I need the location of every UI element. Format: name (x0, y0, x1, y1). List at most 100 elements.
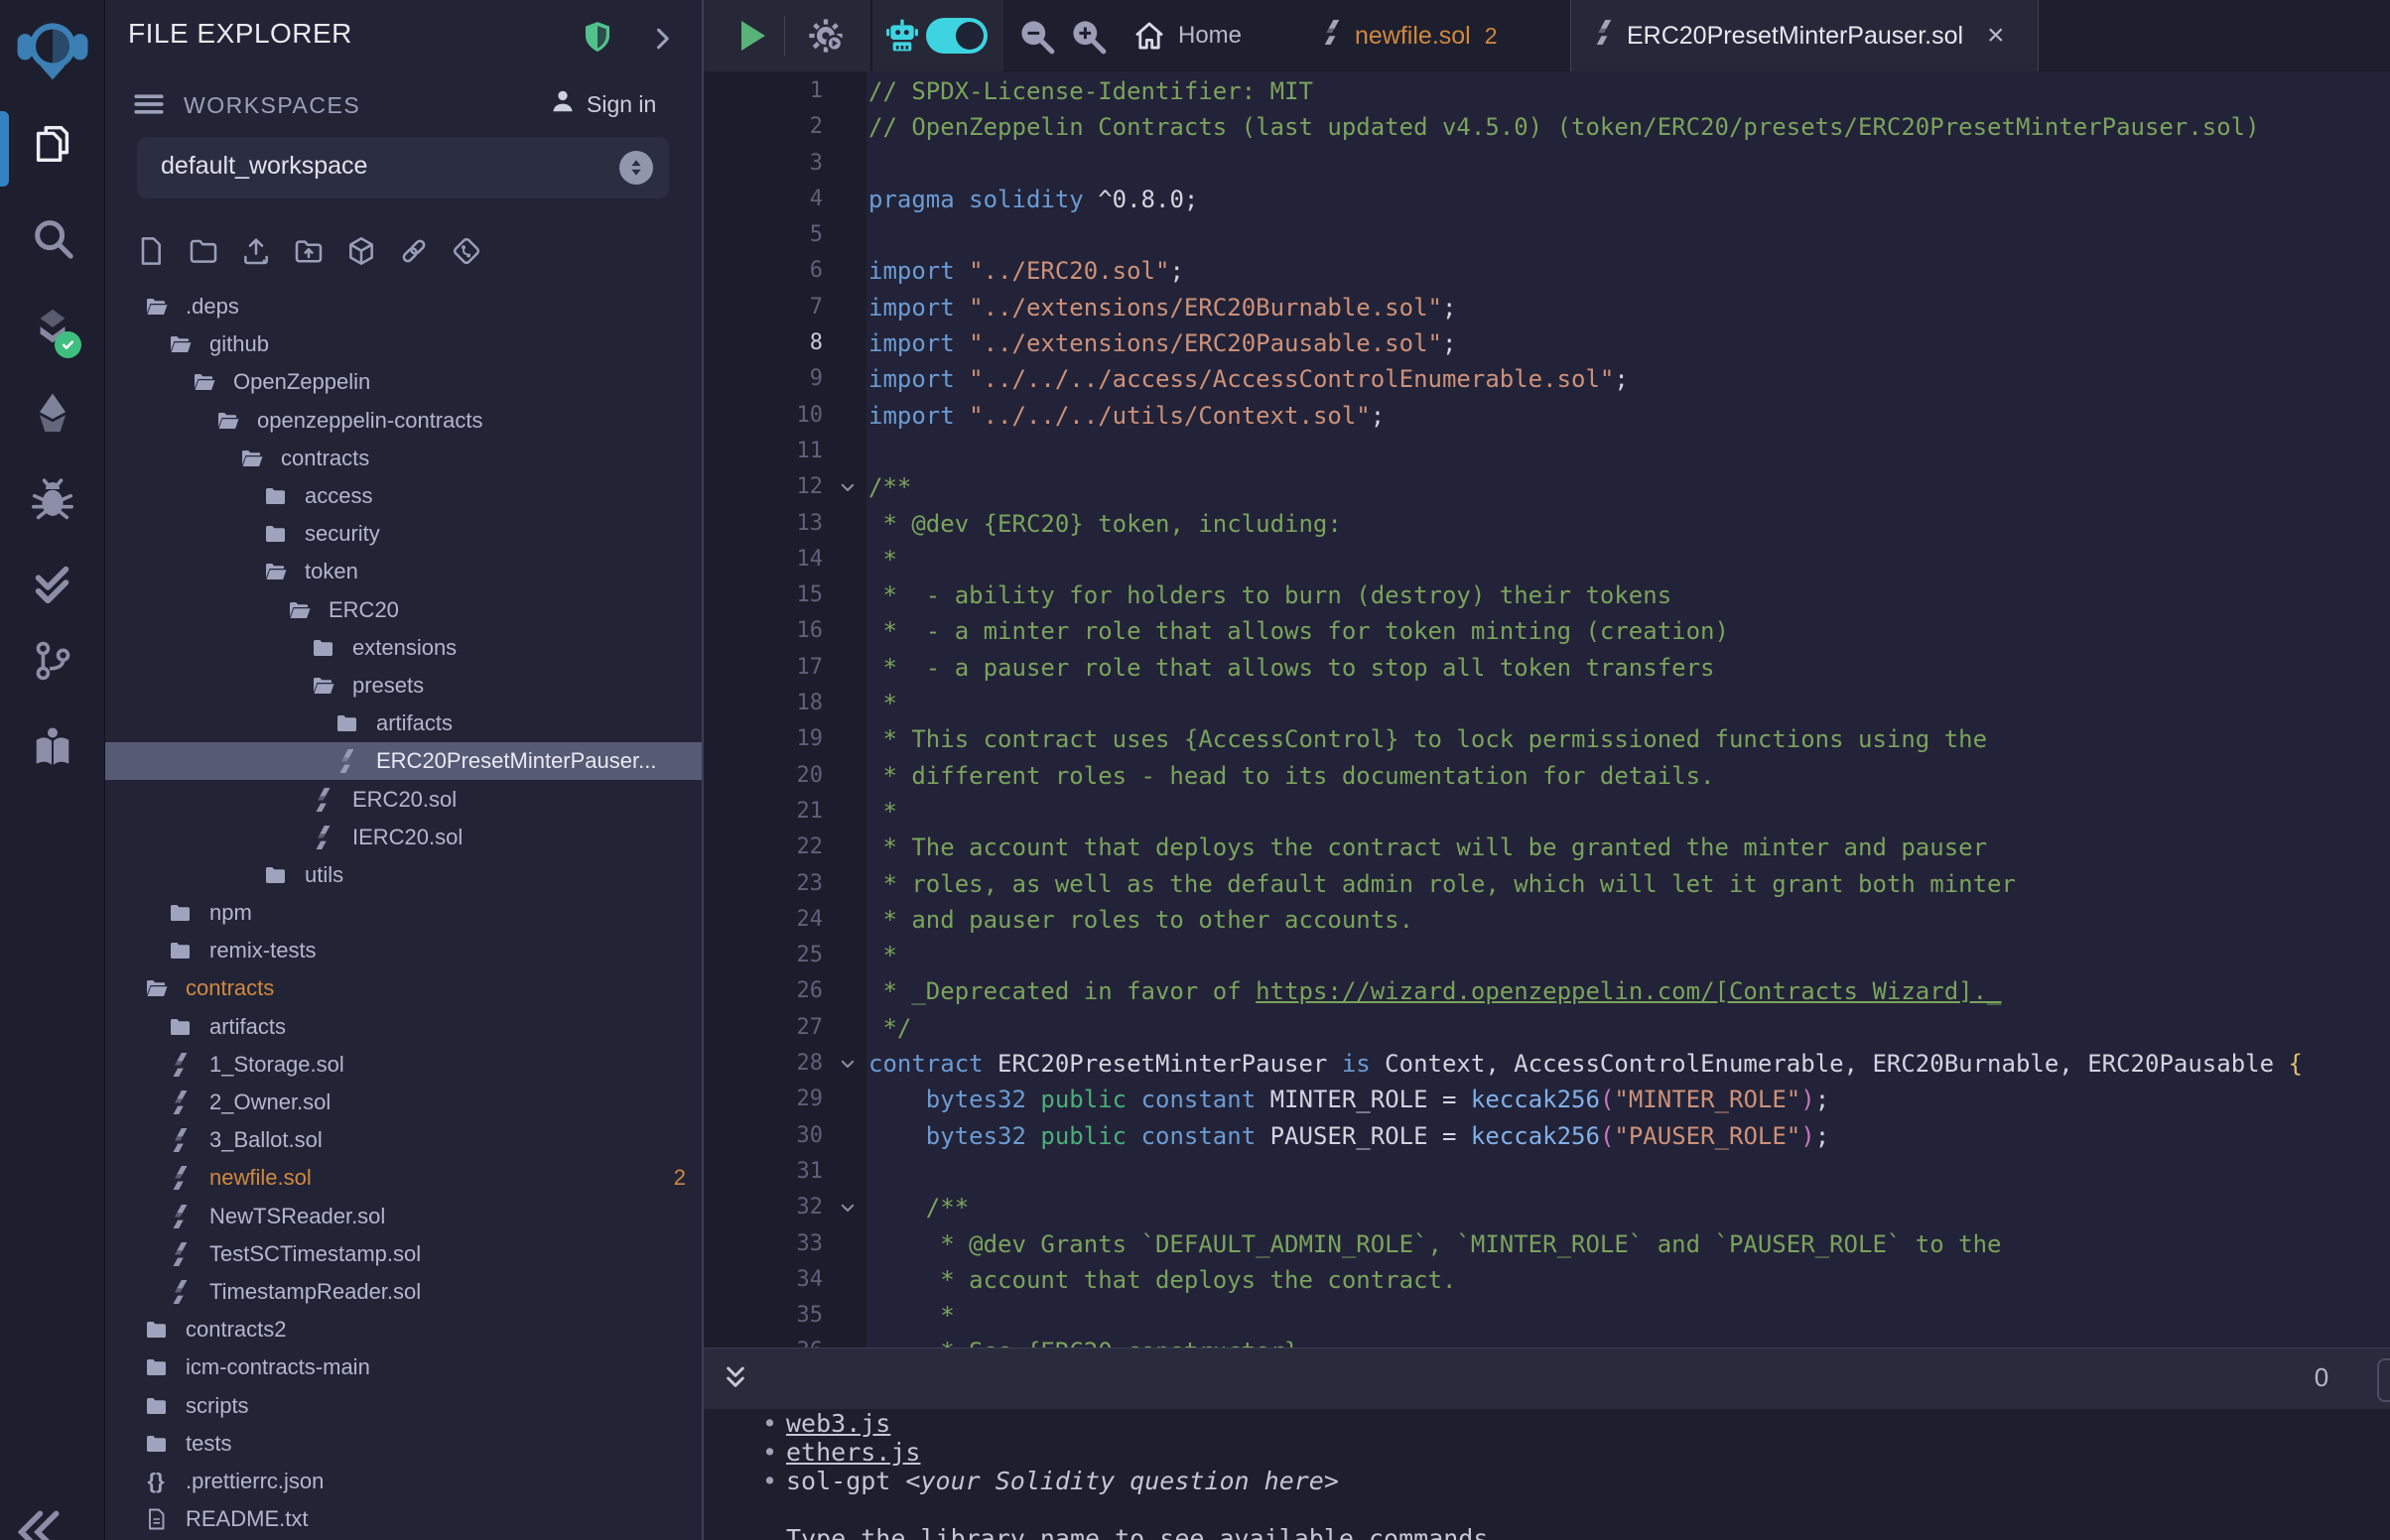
unit-testing-rail-button[interactable] (0, 542, 104, 627)
tree-file-newfile.sol[interactable]: newfile.sol2 (104, 1159, 702, 1197)
tree-file-ERC20PresetMinterPauser...[interactable]: ERC20PresetMinterPauser... (104, 742, 702, 780)
upload-folder-button[interactable] (292, 233, 325, 269)
line-number[interactable]: 14 (704, 542, 823, 578)
close-tab-icon[interactable]: × (1987, 21, 2005, 51)
line-number[interactable]: 17 (704, 650, 823, 686)
terminal-link[interactable]: web3.js (786, 1409, 890, 1438)
line-number[interactable]: 15 (704, 578, 823, 613)
code-line[interactable]: 30 bytes32 public constant PAUSER_ROLE =… (704, 1118, 2390, 1154)
tree-file-README.txt[interactable]: README.txt (104, 1500, 702, 1538)
fold-chevron-icon[interactable] (831, 1190, 864, 1225)
code-line[interactable]: 14 * (704, 542, 2390, 578)
code-line[interactable]: 6import "../ERC20.sol"; (704, 253, 2390, 289)
line-number[interactable]: 34 (704, 1262, 823, 1298)
tree-folder-presets[interactable]: presets (104, 667, 702, 705)
tree-folder-github[interactable]: github (104, 325, 702, 363)
tree-folder-icm-contracts-main[interactable]: icm-contracts-main (104, 1348, 702, 1386)
tree-file-.prettierrc.json[interactable]: {}.prettierrc.json (104, 1463, 702, 1500)
workspace-selector[interactable]: default_workspace (137, 137, 669, 198)
line-number[interactable]: 24 (704, 902, 823, 938)
tree-folder-.deps[interactable]: .deps (104, 288, 702, 325)
tree-file-IERC20.sol[interactable]: IERC20.sol (104, 819, 702, 856)
code-line[interactable]: 8import "../extensions/ERC20Pausable.sol… (704, 325, 2390, 361)
code-line[interactable]: 36 * See {ERC20-constructor}. (704, 1334, 2390, 1348)
line-number[interactable]: 22 (704, 830, 823, 865)
line-number[interactable]: 19 (704, 721, 823, 757)
code-line[interactable]: 3 (704, 146, 2390, 182)
terminal-link[interactable]: ethers.js (786, 1438, 920, 1467)
line-number[interactable]: 33 (704, 1226, 823, 1262)
tree-folder-extensions[interactable]: extensions (104, 629, 702, 667)
line-number[interactable]: 9 (704, 361, 823, 397)
tree-folder-artifacts[interactable]: artifacts (104, 705, 702, 742)
tree-file-TimestampReader.sol[interactable]: TimestampReader.sol (104, 1273, 702, 1311)
collapse-panel-icon[interactable] (10, 1504, 66, 1540)
code-line[interactable]: 12/** (704, 469, 2390, 505)
debugger-rail-button[interactable] (0, 456, 104, 542)
line-number[interactable]: 3 (704, 146, 823, 182)
line-number[interactable]: 4 (704, 182, 823, 217)
line-number[interactable]: 8 (704, 325, 823, 361)
remix-logo[interactable] (0, 2, 104, 93)
line-number[interactable]: 1 (704, 73, 823, 109)
tab-home[interactable]: Home (1178, 0, 1242, 71)
line-number[interactable]: 36 (704, 1334, 823, 1348)
line-number[interactable]: 30 (704, 1118, 823, 1154)
tree-file-1_Storage.sol[interactable]: 1_Storage.sol (104, 1046, 702, 1084)
solidity-compiler-rail-button[interactable] (0, 287, 104, 372)
deploy-run-rail-button[interactable] (0, 370, 104, 455)
line-number[interactable]: 16 (704, 613, 823, 649)
tree-file-ERC20.sol[interactable]: ERC20.sol (104, 780, 702, 818)
tree-folder-artifacts[interactable]: artifacts (104, 1008, 702, 1046)
zoom-in-icon[interactable] (1069, 17, 1107, 55)
tree-folder-tests[interactable]: tests (104, 1425, 702, 1463)
cube-button[interactable] (344, 233, 377, 269)
code-line[interactable]: 2// OpenZeppelin Contracts (last updated… (704, 109, 2390, 145)
line-number[interactable]: 10 (704, 398, 823, 434)
git-alt-button[interactable] (450, 233, 482, 269)
run-script-button[interactable] (741, 21, 765, 51)
tree-folder-openzeppelin-contracts[interactable]: openzeppelin-contracts (104, 402, 702, 440)
line-number[interactable]: 26 (704, 973, 823, 1009)
code-line[interactable]: 20 * different roles - head to its docum… (704, 758, 2390, 794)
code-line[interactable]: 22 * The account that deploys the contra… (704, 830, 2390, 865)
fold-chevron-icon[interactable] (831, 469, 864, 505)
line-number[interactable]: 23 (704, 866, 823, 902)
line-number[interactable]: 5 (704, 217, 823, 253)
code-line[interactable]: 5 (704, 217, 2390, 253)
line-number[interactable]: 25 (704, 938, 823, 973)
tab-newfile.sol[interactable]: newfile.sol2 (1299, 0, 1565, 71)
line-number[interactable]: 13 (704, 506, 823, 542)
code-line[interactable]: 10import "../../../utils/Context.sol"; (704, 398, 2390, 434)
line-number[interactable]: 11 (704, 434, 823, 469)
file-explorer-rail-button[interactable] (0, 101, 104, 187)
tree-folder-npm[interactable]: npm (104, 894, 702, 932)
code-line[interactable]: 32 /** (704, 1190, 2390, 1225)
code-line[interactable]: 33 * @dev Grants `DEFAULT_ADMIN_ROLE`, `… (704, 1226, 2390, 1262)
line-number[interactable]: 32 (704, 1190, 823, 1225)
tree-folder-access[interactable]: access (104, 477, 702, 515)
code-line[interactable]: 24 * and pauser roles to other accounts. (704, 902, 2390, 938)
tree-folder-contracts[interactable]: contracts (104, 969, 702, 1007)
tree-folder-contracts2[interactable]: contracts2 (104, 1311, 702, 1348)
code-line[interactable]: 16 * - a minter role that allows for tok… (704, 613, 2390, 649)
upload-file-button[interactable] (239, 233, 272, 269)
line-number[interactable]: 18 (704, 686, 823, 721)
chevron-right-icon[interactable] (648, 25, 676, 53)
learneth-rail-button[interactable] (0, 705, 104, 790)
tree-folder-remix-tests[interactable]: remix-tests (104, 932, 702, 969)
script-config-gear-icon[interactable] (806, 16, 846, 56)
line-number[interactable]: 12 (704, 469, 823, 505)
line-number[interactable]: 2 (704, 109, 823, 145)
code-editor[interactable]: 1// SPDX-License-Identifier: MIT2// Open… (704, 71, 2390, 1348)
code-line[interactable]: 15 * - ability for holders to burn (dest… (704, 578, 2390, 613)
git-rail-button[interactable] (0, 618, 104, 704)
line-number[interactable]: 35 (704, 1298, 823, 1334)
terminal-search-input[interactable] (2377, 1358, 2390, 1402)
code-line[interactable]: 19 * This contract uses {AccessControl} … (704, 721, 2390, 757)
code-line[interactable]: 27 */ (704, 1010, 2390, 1046)
tree-folder-utils[interactable]: utils (104, 856, 702, 894)
zoom-out-icon[interactable] (1017, 17, 1055, 55)
hamburger-menu-icon[interactable] (132, 87, 166, 121)
code-line[interactable]: 31 (704, 1154, 2390, 1190)
